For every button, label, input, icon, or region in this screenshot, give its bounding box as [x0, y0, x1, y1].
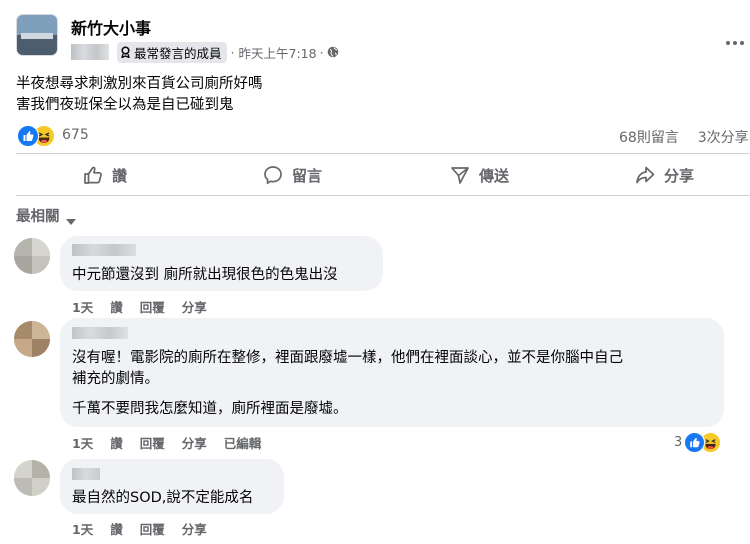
- comment-like-button[interactable]: 讚: [110, 433, 123, 452]
- author-name-blurred[interactable]: [71, 44, 109, 60]
- reaction-count[interactable]: 675: [62, 127, 89, 143]
- share-button[interactable]: 分享: [634, 163, 694, 187]
- share-icon: [636, 166, 655, 184]
- comment-actions: 1天 讚 回覆 分享 已編輯: [72, 433, 278, 452]
- like-icon: [684, 431, 706, 453]
- sort-label: 最相關: [16, 209, 60, 225]
- comment-like-button[interactable]: 讚: [110, 297, 123, 316]
- comment-share-button[interactable]: 分享: [182, 519, 207, 538]
- comment-reply-button[interactable]: 回覆: [140, 297, 165, 316]
- comment-actions: 1天 讚 回覆 分享: [72, 297, 224, 316]
- page-avatar[interactable]: [16, 14, 58, 56]
- comments-count[interactable]: 68則留言: [619, 130, 679, 146]
- send-label: 傳送: [479, 166, 510, 185]
- comment-reaction-count: 3: [674, 434, 683, 450]
- comment-share-button[interactable]: 分享: [182, 433, 207, 452]
- comment-text: 沒有喔！電影院的廁所在整修，裡面跟廢墟一樣，他們在裡面談心，並不是你腦中自己 補…: [72, 348, 623, 390]
- send-button[interactable]: 傳送: [449, 163, 509, 187]
- commenter-name-blurred[interactable]: [72, 468, 100, 480]
- shares-count[interactable]: 3次分享: [698, 130, 749, 146]
- like-label: 讚: [112, 166, 128, 185]
- post-text: 半夜想尋求刺激別來百貨公司廁所好嗎 害我們夜班保全以為是自已碰到鬼: [16, 74, 263, 116]
- comment-text-line-2: 補充的劇情。: [72, 371, 159, 387]
- post-time[interactable]: 昨天上午7:18: [239, 43, 317, 62]
- post-stats: 68則留言 3次分享: [619, 127, 749, 147]
- comment-text-line-1: 沒有喔！電影院的廁所在整修，裡面跟廢墟一樣，他們在裡面談心，並不是你腦中自己: [72, 350, 623, 366]
- comment-label: 留言: [292, 166, 323, 185]
- post-meta: 最常發言的成員 · 昨天上午7:18 ·: [71, 41, 339, 63]
- comment-sort-dropdown[interactable]: 最相關: [16, 205, 76, 226]
- comment-reactions[interactable]: 3: [674, 431, 722, 453]
- commenter-name-blurred[interactable]: [72, 244, 136, 256]
- comment-time[interactable]: 1天: [72, 519, 93, 538]
- badge-icon: [120, 46, 131, 59]
- comment-time[interactable]: 1天: [72, 433, 93, 452]
- post-text-line-2: 害我們夜班保全以為是自已碰到鬼: [16, 97, 234, 113]
- meta-separator: ·: [230, 44, 235, 60]
- comment-reply-button[interactable]: 回覆: [140, 433, 165, 452]
- divider-bottom: [16, 195, 750, 196]
- reaction-icons[interactable]: [17, 124, 57, 147]
- like-button[interactable]: 讚: [82, 163, 127, 187]
- avatar[interactable]: [14, 321, 50, 357]
- meta-separator-2: ·: [319, 44, 324, 60]
- top-contributor-badge[interactable]: 最常發言的成員: [117, 41, 227, 63]
- avatar[interactable]: [14, 460, 50, 496]
- page-name[interactable]: 新竹大小事: [71, 15, 151, 39]
- comment-actions: 1天 讚 回覆 分享: [72, 519, 224, 538]
- comment-reply-button[interactable]: 回覆: [140, 519, 165, 538]
- comment-button[interactable]: 留言: [262, 163, 322, 187]
- comment-text: 中元節還沒到 廁所就出現很色的色鬼出沒: [72, 267, 338, 283]
- caret-down-icon: [65, 213, 76, 225]
- thumb-up-icon: [84, 166, 102, 184]
- comment-edited-label: 已編輯: [223, 436, 262, 451]
- badge-label: 最常發言的成員: [134, 45, 222, 61]
- comment-like-button[interactable]: 讚: [110, 519, 123, 538]
- comment-text-paragraph-2: 千萬不要問我怎麼知道，廁所裡面是廢墟。: [72, 401, 348, 417]
- comment-time[interactable]: 1天: [72, 297, 93, 316]
- post-text-line-1: 半夜想尋求刺激別來百貨公司廁所好嗎: [16, 76, 263, 92]
- comment-text: 最自然的SOD,說不定能成名: [72, 490, 254, 506]
- send-icon: [451, 167, 469, 184]
- globe-icon: [327, 46, 339, 58]
- avatar[interactable]: [14, 238, 50, 274]
- share-label: 分享: [664, 166, 695, 185]
- divider-top: [16, 153, 750, 154]
- like-icon: [17, 125, 39, 147]
- more-options-icon[interactable]: [724, 32, 746, 45]
- comment-icon: [264, 166, 282, 185]
- comment-share-button[interactable]: 分享: [182, 297, 207, 316]
- commenter-name-blurred[interactable]: [72, 327, 128, 339]
